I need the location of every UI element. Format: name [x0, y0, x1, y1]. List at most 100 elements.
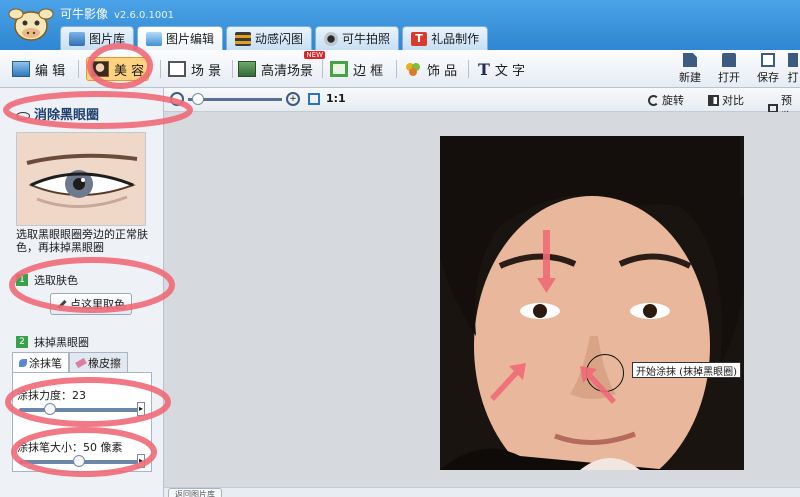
tab-label: 礼品制作	[431, 32, 480, 46]
brush-cursor	[586, 354, 624, 392]
tool-text[interactable]: T 文 字	[478, 57, 525, 81]
strength-slider[interactable]: ▸	[19, 402, 145, 416]
save-button[interactable]: 保存	[751, 53, 785, 85]
tool-label: 高清场景	[261, 63, 314, 79]
tab-gift-making[interactable]: T 礼品制作	[402, 26, 489, 50]
zoom-slider[interactable]	[188, 93, 282, 105]
floppy-disk-icon	[761, 53, 775, 67]
slider-arrow-icon[interactable]: ▸	[137, 454, 145, 468]
toolbar-divider	[160, 60, 161, 78]
tool-hd-scene[interactable]: 高清场景 NEW	[238, 51, 326, 81]
tab-eraser[interactable]: 橡皮擦	[69, 352, 128, 372]
tab-brush[interactable]: 涂抹笔	[12, 352, 69, 372]
back-to-library-button[interactable]: 返回图片库	[168, 488, 222, 497]
hd-scene-icon	[238, 61, 256, 77]
brush-icon	[19, 358, 27, 367]
app-logo-icon	[8, 8, 54, 41]
face-portrait-icon	[91, 61, 109, 77]
button-label: 对比	[722, 94, 744, 107]
button-label: 打开	[718, 71, 740, 84]
step-1: 1 选取肤色	[16, 272, 78, 288]
brush-size-slider[interactable]: ▸	[19, 454, 145, 468]
edited-photo[interactable]	[440, 136, 744, 470]
button-label: 旋转	[662, 94, 684, 107]
picture-edit-icon	[12, 61, 30, 77]
scene-frame-icon	[168, 61, 186, 77]
tab-picture-library[interactable]: 图片库	[60, 26, 135, 50]
image-edit-icon	[146, 31, 163, 46]
button-label: 打	[787, 71, 799, 84]
gift-t-icon: T	[411, 31, 428, 46]
brush-size-slider-thumb[interactable]	[73, 455, 85, 467]
portrait-photo	[440, 136, 744, 470]
tab-camera[interactable]: 可牛拍照	[315, 26, 400, 50]
panel-title: 消除黑眼圈	[16, 104, 99, 123]
brush-tabs: 涂抹笔 橡皮擦	[12, 352, 128, 372]
tool-border[interactable]: 边 框	[330, 57, 383, 81]
tab-image-edit[interactable]: 图片编辑	[137, 26, 224, 50]
eyedropper-icon	[57, 299, 67, 309]
step-label: 抹掉黑眼圈	[34, 336, 89, 349]
eye-illustration	[17, 133, 145, 225]
print-button[interactable]: 打	[786, 53, 800, 85]
open-file-button[interactable]: 打开	[712, 53, 746, 85]
step-2: 2 抹掉黑眼圈	[16, 334, 89, 350]
tool-scene[interactable]: 场 景	[168, 57, 221, 81]
status-bar: 返回图片库	[164, 487, 800, 497]
rotate-icon	[648, 94, 659, 106]
brush-size-label: 涂抹笔大小：50 像素	[17, 441, 123, 454]
tab-label: 可牛拍照	[342, 32, 391, 46]
tool-label: 饰 品	[427, 63, 458, 79]
rotate-button[interactable]: 旋转	[648, 92, 684, 108]
eraser-icon	[75, 357, 87, 368]
tool-label: 编 辑	[35, 63, 66, 79]
strength-label: 涂抹力度：23	[17, 389, 86, 402]
app-name: 可牛影像	[60, 7, 109, 21]
step-number: 1	[16, 274, 28, 286]
slider-arrow-icon[interactable]: ▸	[137, 402, 145, 416]
edit-toolbar: 编 辑 美 容 场 景 高清场景 NEW 边 框 饰 品 T 文 字 新建 打开	[0, 50, 800, 88]
example-eye-image	[16, 132, 146, 226]
tool-decor[interactable]: 饰 品	[404, 57, 457, 81]
toolbar-divider	[322, 60, 323, 78]
canvas-header: + 1:1 旋转 对比 预览	[164, 88, 800, 123]
tool-beauty[interactable]: 美 容	[86, 57, 150, 81]
tab-label: 动感闪图	[255, 32, 304, 46]
clover-icon	[406, 63, 420, 76]
pick-color-button[interactable]: 点这里取色	[50, 293, 132, 315]
text-t-icon: T	[478, 59, 490, 79]
tab-label: 橡皮擦	[88, 356, 121, 370]
film-strip-icon	[235, 31, 252, 46]
tool-label: 文 字	[494, 63, 526, 79]
app-version: v2.6.0.1001	[114, 10, 175, 21]
printer-icon	[788, 53, 798, 67]
app-title: 可牛影像 v2.6.0.1001	[60, 5, 174, 22]
main-tabs: 图片库 图片编辑 动感闪图 可牛拍照 T 礼品制作	[60, 26, 489, 50]
strength-slider-thumb[interactable]	[43, 403, 56, 415]
webcam-icon	[324, 31, 339, 46]
picture-library-icon	[69, 31, 85, 46]
compare-icon	[708, 94, 719, 106]
title-bar: 可牛影像 v2.6.0.1001 图片库 图片编辑 动感闪图 可牛拍照 T 礼品制…	[0, 0, 800, 50]
zoom-slider-thumb[interactable]	[192, 93, 204, 105]
compare-button[interactable]: 对比	[708, 92, 744, 108]
image-canvas[interactable]	[164, 112, 800, 487]
tool-label: 边 框	[353, 63, 384, 79]
toolbar-divider	[78, 60, 79, 78]
toolbar-divider	[468, 60, 469, 78]
zoom-in-icon[interactable]: +	[286, 92, 300, 106]
tool-label: 场 景	[191, 63, 222, 79]
tab-label: 图片库	[89, 32, 126, 46]
actual-size-button[interactable]: 1:1	[326, 92, 346, 105]
border-frame-icon	[330, 61, 348, 77]
panel-title-text: 消除黑眼圈	[34, 108, 100, 123]
toolbar-divider	[232, 60, 233, 78]
fit-screen-icon[interactable]	[308, 93, 320, 105]
new-file-button[interactable]: 新建	[673, 53, 707, 85]
zoom-out-icon[interactable]	[170, 92, 184, 106]
step-label: 选取肤色	[34, 274, 78, 287]
tool-edit[interactable]: 编 辑	[12, 57, 65, 81]
tab-animated-gif[interactable]: 动感闪图	[226, 26, 313, 50]
tab-label: 图片编辑	[166, 32, 215, 46]
instruction-text: 选取黑眼眼圈旁边的正常肤色，再抹掉黑眼圈	[16, 228, 148, 254]
